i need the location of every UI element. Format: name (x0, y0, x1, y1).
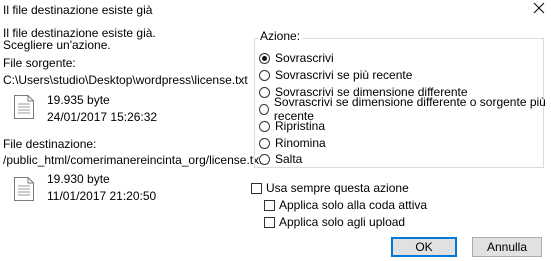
checkbox-label: Applica solo agli upload (279, 215, 406, 229)
source-file-icon (13, 94, 35, 120)
close-icon[interactable] (532, 1, 546, 15)
radio-overwrite[interactable]: Sovrascrivi (259, 51, 334, 65)
destination-date: 11/01/2017 21:20:50 (47, 189, 157, 203)
radio-label: Salta (275, 152, 303, 166)
window-title: Il file destinazione esiste già (3, 3, 153, 17)
action-legend: Azione: (258, 29, 303, 43)
radio-button[interactable] (259, 120, 270, 132)
checkbox-box[interactable] (264, 216, 275, 228)
apply-uploads-only-checkbox[interactable]: Applica solo agli upload (264, 215, 405, 229)
radio-button[interactable] (259, 86, 270, 98)
cancel-button[interactable]: Annulla (472, 237, 542, 257)
checkbox-label: Applica solo alla coda attiva (279, 198, 428, 212)
radio-label: Ripristina (275, 119, 326, 133)
source-date: 24/01/2017 15:26:32 (47, 110, 158, 124)
radio-resume[interactable]: Ripristina (259, 119, 325, 133)
apply-queue-only-checkbox[interactable]: Applica solo alla coda attiva (264, 198, 427, 212)
always-use-action-checkbox[interactable]: Usa sempre questa azione (251, 181, 409, 195)
destination-size: 19.930 byte (47, 172, 110, 186)
radio-rename[interactable]: Rinomina (259, 136, 326, 150)
radio-button[interactable] (259, 69, 270, 81)
radio-button[interactable] (259, 52, 270, 64)
radio-button[interactable] (259, 137, 270, 149)
source-size: 19.935 byte (47, 93, 110, 107)
radio-label: Sovrascrivi (275, 51, 334, 65)
checkbox-box[interactable] (251, 182, 262, 194)
radio-label: Sovrascrivi se più recente (275, 68, 413, 82)
radio-label: Rinomina (275, 136, 326, 150)
radio-button[interactable] (259, 103, 269, 115)
source-label: File sorgente: (3, 56, 76, 70)
destination-label: File destinazione: (3, 137, 97, 151)
intro-line2: Scegliere un'azione. (3, 38, 111, 52)
checkbox-label: Usa sempre questa azione (266, 181, 409, 195)
ok-button[interactable]: OK (391, 237, 457, 257)
radio-skip[interactable]: Salta (259, 152, 302, 166)
radio-overwrite-if-size-differs-or-newer[interactable]: Sovrascrivi se dimensione differente o s… (259, 95, 551, 123)
destination-path: /public_html/comerimanereincinta_org/lic… (3, 153, 263, 167)
radio-overwrite-if-newer[interactable]: Sovrascrivi se più recente (259, 68, 412, 82)
destination-file-icon (13, 176, 35, 202)
source-path: C:\Users\studio\Desktop\wordpress\licens… (3, 73, 248, 87)
radio-button[interactable] (259, 153, 270, 165)
checkbox-box[interactable] (264, 199, 275, 211)
